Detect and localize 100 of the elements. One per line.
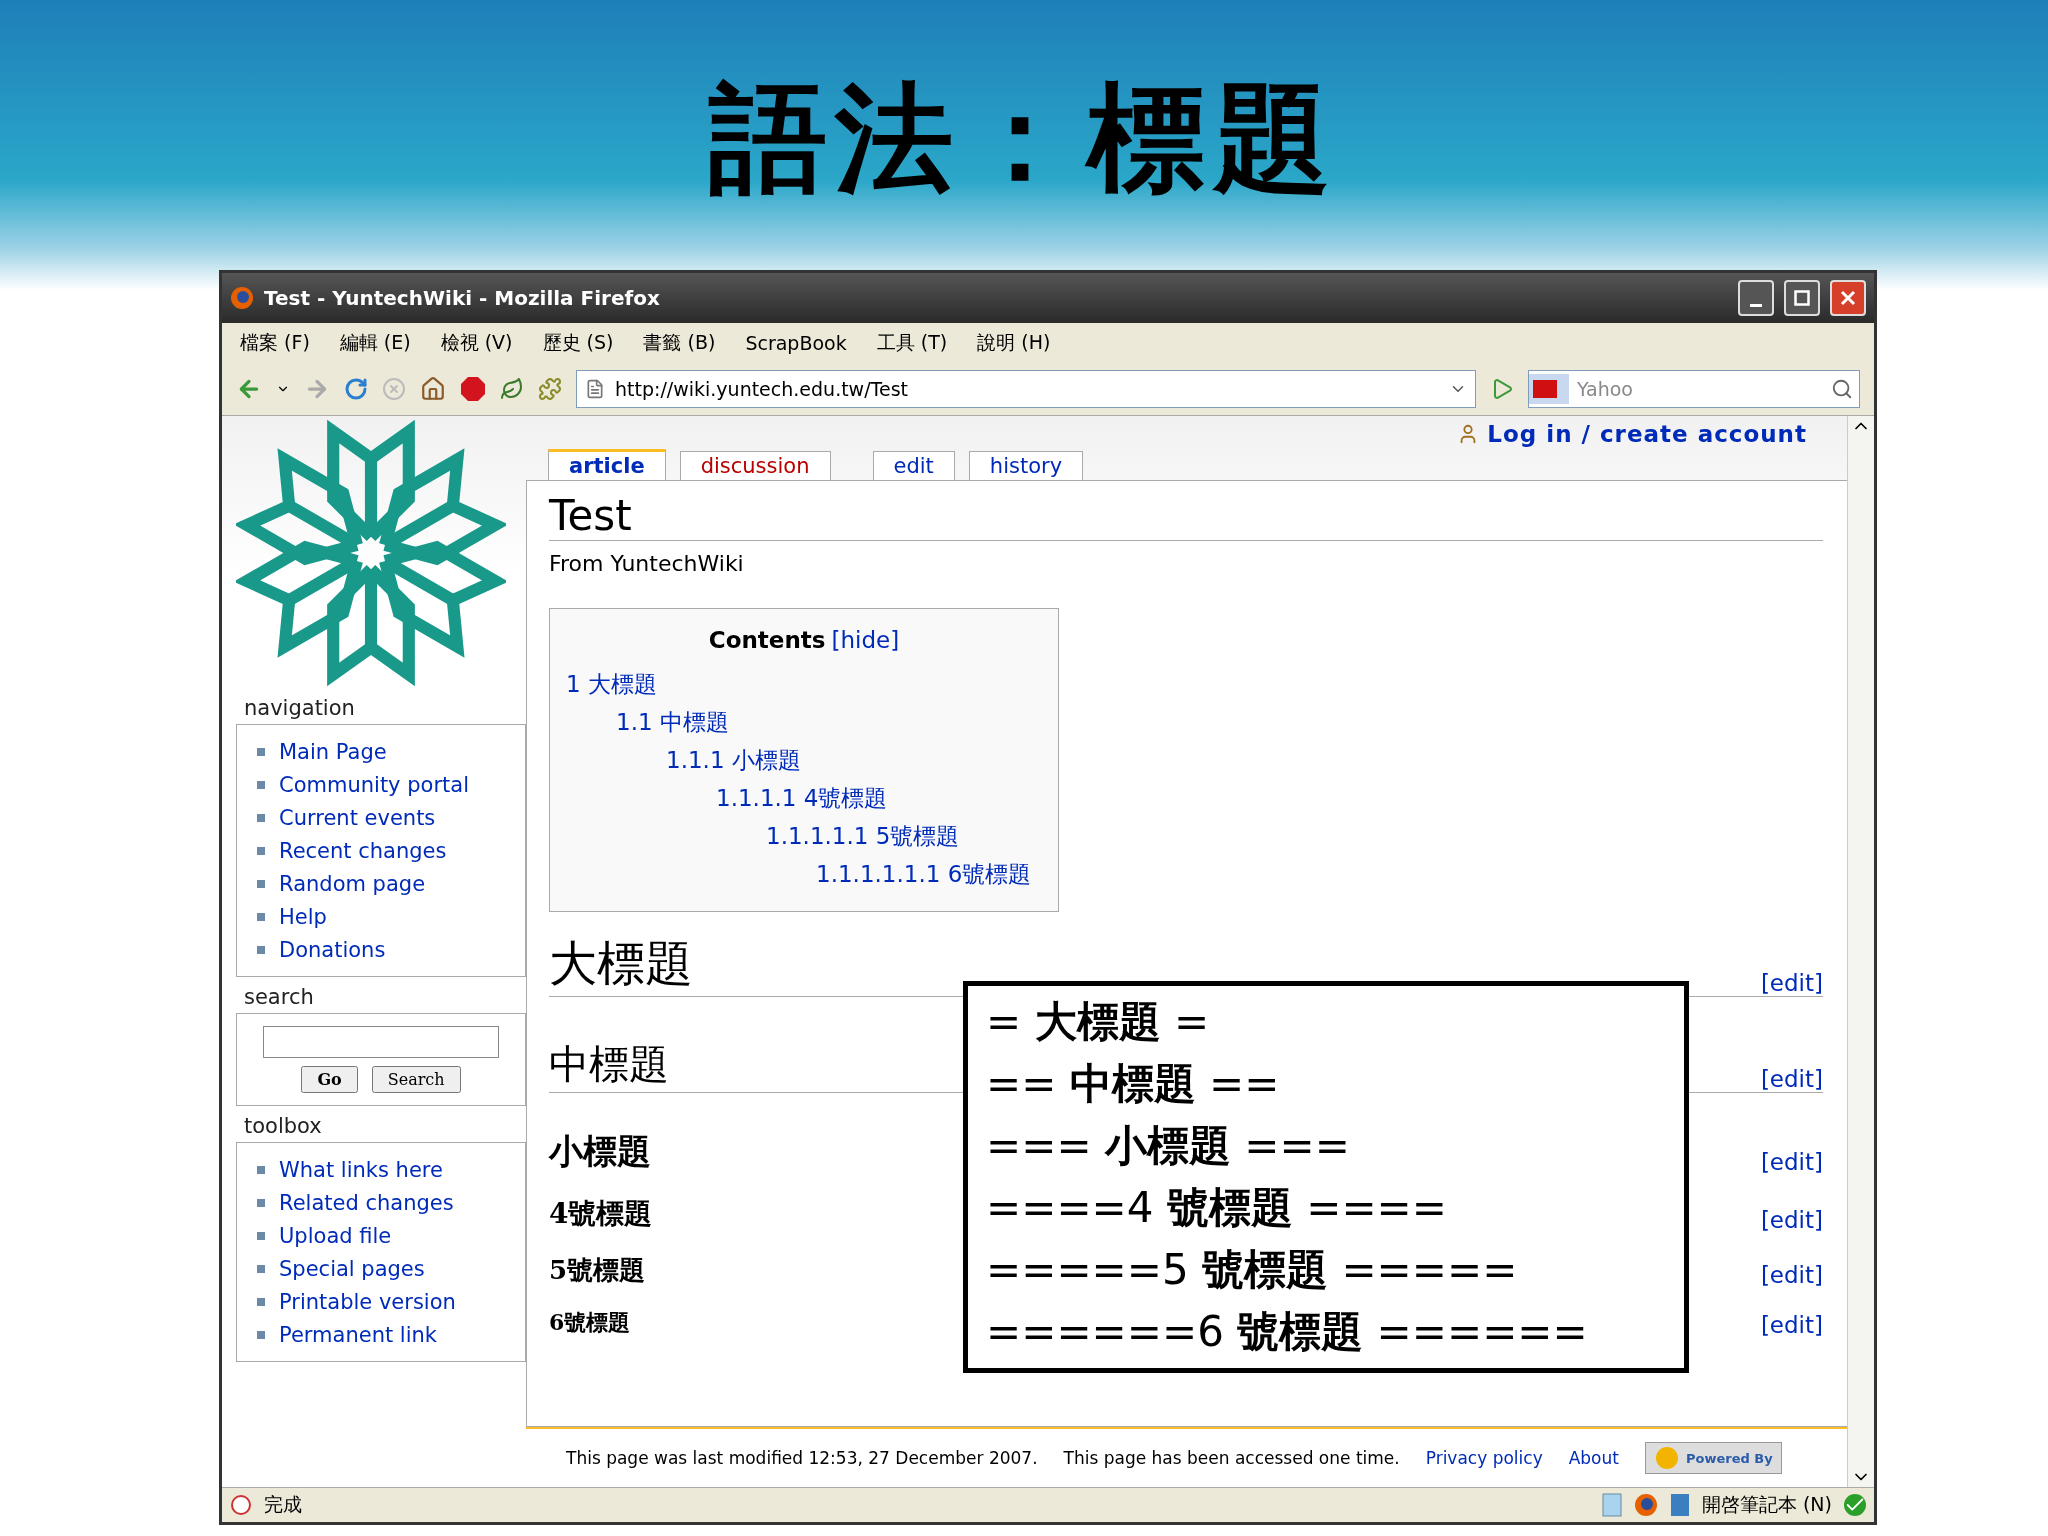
notebook-icon[interactable] (1669, 1493, 1690, 1517)
bullet-icon (257, 1198, 265, 1207)
sidebar-link[interactable]: Printable version (279, 1287, 456, 1316)
section-heading: 4號標題 (549, 1196, 653, 1232)
footer-link[interactable]: About (1568, 1448, 1619, 1468)
minimize-button[interactable] (1738, 280, 1774, 316)
section-heading: 中標題 (549, 1040, 669, 1089)
toc-link[interactable]: 1 大標題 (566, 665, 1042, 703)
bullet-icon (257, 912, 265, 921)
toc-toggle-link[interactable]: [hide] (831, 627, 900, 653)
sidebar-link[interactable]: Current events (279, 803, 436, 832)
sidebar-link[interactable]: Permanent link (279, 1320, 437, 1349)
markup-line: = 大標題 = (986, 996, 1211, 1048)
sidebar-link[interactable]: What links here (279, 1155, 443, 1184)
search-button[interactable]: Search (371, 1066, 461, 1093)
maximize-icon (1794, 290, 1810, 306)
footer-text: This page has been accessed one time. (1063, 1448, 1400, 1468)
bullet-icon (257, 1330, 265, 1339)
leaf-icon[interactable] (500, 377, 524, 401)
maximize-button[interactable] (1784, 280, 1820, 316)
search-input[interactable] (263, 1026, 499, 1058)
close-icon (1840, 290, 1856, 306)
firefox-icon[interactable] (1633, 1493, 1658, 1517)
footer-text: This page was last modified 12:53, 27 December 2007. (566, 1448, 1038, 1468)
markup-line: === 小標題 === (986, 1120, 1351, 1172)
page-tab[interactable]: edit (872, 451, 955, 480)
bullet-icon (257, 1297, 265, 1306)
bullet-icon (257, 1264, 265, 1273)
menu-item[interactable]: 歷史 (S) (542, 330, 614, 356)
menu-item[interactable]: 編輯 (E) (339, 330, 411, 356)
search-icon[interactable] (1831, 378, 1853, 400)
status-icon (230, 1494, 252, 1516)
toc-link[interactable]: 1.1 中標題 (616, 703, 1042, 741)
markup-line: ======6 號標題 ====== (986, 1306, 1589, 1358)
badge-text: Powered By (1685, 1450, 1773, 1466)
slide-title: 語法：標題 (709, 68, 1339, 209)
menu-item[interactable]: 檔案 (F) (240, 330, 310, 356)
page-subtitle: From YuntechWiki (549, 551, 745, 576)
scrollbar[interactable] (1847, 416, 1874, 1487)
edit-link[interactable]: [edit] (1760, 1149, 1823, 1175)
search-field[interactable]: Yahoo (1528, 370, 1860, 408)
section-heading: 大標題 (549, 934, 693, 993)
menu-item[interactable]: ScrapBook (745, 332, 847, 354)
bullet-icon (257, 780, 265, 789)
toc-link[interactable]: 1.1.1.1.1.1 6號標題 (816, 855, 1042, 893)
url-field[interactable]: http://wiki.yuntech.edu.tw/Test (576, 370, 1476, 408)
menu-item[interactable]: 說明 (H) (977, 330, 1051, 356)
login-link[interactable]: Log in / create account (1487, 421, 1807, 447)
puzzle-icon[interactable] (538, 377, 562, 401)
toc-link[interactable]: 1.1.1.1 4號標題 (716, 779, 1042, 817)
home-icon[interactable] (420, 376, 446, 402)
markup-line: ====4 號標題 ==== (986, 1182, 1448, 1234)
toc-link[interactable]: 1.1.1.1.1 5號標題 (766, 817, 1042, 855)
notebook-label[interactable]: 開啓筆記本 (N) (1701, 1492, 1832, 1518)
edit-link[interactable]: [edit] (1760, 1066, 1823, 1092)
menu-item[interactable]: 檢視 (V) (440, 330, 513, 356)
sidebar-link[interactable]: Main Page (279, 737, 387, 766)
footer-link[interactable]: Privacy policy (1425, 1448, 1543, 1468)
stop-sign-icon[interactable] (460, 376, 486, 402)
firefox-icon (230, 286, 254, 310)
bullet-icon (257, 813, 265, 822)
section-heading: 6號標題 (549, 1308, 631, 1337)
edit-link[interactable]: [edit] (1760, 1312, 1823, 1338)
edit-link[interactable]: [edit] (1760, 1207, 1823, 1233)
sidebar-link[interactable]: Help (279, 902, 327, 931)
bullet-icon (257, 945, 265, 954)
sidebar-link[interactable]: Related changes (279, 1188, 454, 1217)
reload-icon[interactable] (344, 377, 368, 401)
section-heading: 小標題 (549, 1130, 651, 1173)
sidebar-link[interactable]: Recent changes (279, 836, 447, 865)
bullet-icon (257, 846, 265, 855)
close-button[interactable] (1830, 280, 1866, 316)
bullet-icon (257, 879, 265, 888)
bullet-icon (257, 1165, 265, 1174)
page-icon (585, 379, 605, 399)
toc-link[interactable]: 1.1.1 小標題 (666, 741, 1042, 779)
markup-line: =====5 號標題 ===== (986, 1244, 1519, 1296)
portlet-title: navigation (243, 696, 356, 720)
bullet-icon (257, 747, 265, 756)
portlet-title: search (243, 985, 315, 1009)
edit-link[interactable]: [edit] (1760, 1262, 1823, 1288)
powered-by-badge[interactable]: Powered By (1644, 1442, 1782, 1474)
edit-link[interactable]: [edit] (1760, 970, 1823, 996)
search-button[interactable]: Go (301, 1066, 358, 1093)
portlet-title: toolbox (243, 1114, 323, 1138)
sidebar-link[interactable]: Random page (279, 869, 426, 898)
bullet-icon (257, 1231, 265, 1240)
menu-item[interactable]: 書籤 (B) (643, 330, 716, 356)
page-tab[interactable]: article (548, 449, 666, 480)
sidebar-link[interactable]: Special pages (279, 1254, 425, 1283)
sidebar-link[interactable]: Community portal (279, 770, 469, 799)
sidebar-link[interactable]: Donations (279, 935, 386, 964)
page-tab[interactable]: history (968, 451, 1084, 480)
page-tab[interactable]: discussion (679, 451, 831, 480)
section-heading: 5號標題 (549, 1254, 646, 1287)
markup-line: == 中標題 == (986, 1058, 1281, 1110)
menu-item[interactable]: 工具 (T) (876, 330, 948, 356)
check-icon (1844, 1494, 1866, 1516)
window-title: Test - YuntechWiki - Mozilla Firefox (264, 286, 661, 310)
sidebar-link[interactable]: Upload file (279, 1221, 392, 1250)
